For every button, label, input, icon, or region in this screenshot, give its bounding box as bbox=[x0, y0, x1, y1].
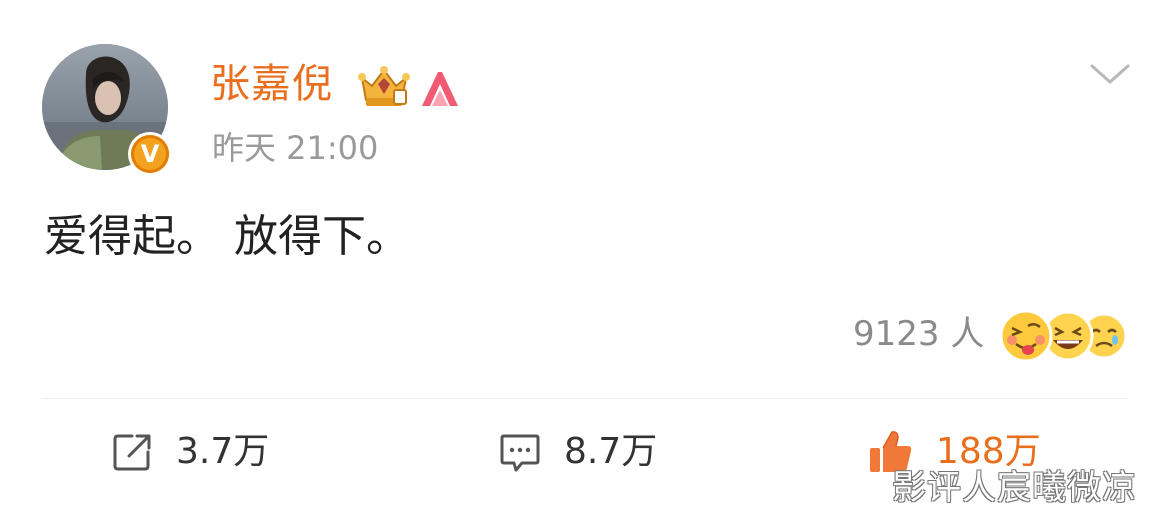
level-icon[interactable] bbox=[418, 68, 462, 108]
verified-badge: V bbox=[128, 132, 172, 176]
chevron-down-icon[interactable] bbox=[1088, 60, 1132, 88]
tongue-face-emoji bbox=[999, 309, 1053, 363]
comment-button[interactable]: 8.7万 bbox=[498, 424, 657, 480]
crown-vip-icon[interactable] bbox=[356, 64, 412, 110]
author-name[interactable]: 张嘉倪 bbox=[210, 56, 333, 112]
weibo-post-card: V 张嘉倪 昨天 21:00 爱得起。 放得下。 9123 人 3.7万 8.7… bbox=[0, 0, 1170, 528]
repost-count: 3.7万 bbox=[176, 431, 270, 472]
comment-count: 8.7万 bbox=[564, 431, 658, 472]
reaction-count[interactable]: 9123 人 bbox=[853, 310, 984, 358]
post-timestamp: 昨天 21:00 bbox=[212, 129, 379, 167]
repost-icon bbox=[113, 434, 151, 471]
repost-button[interactable]: 3.7万 bbox=[110, 424, 269, 480]
verified-v-icon: V bbox=[131, 135, 169, 173]
watermark: 影评人宸曦微凉 bbox=[892, 468, 1137, 508]
comment-icon bbox=[500, 434, 540, 472]
post-content: 爱得起。 放得下。 bbox=[44, 211, 410, 262]
divider bbox=[42, 398, 1128, 399]
reaction-emoji-stack[interactable] bbox=[998, 308, 1132, 364]
